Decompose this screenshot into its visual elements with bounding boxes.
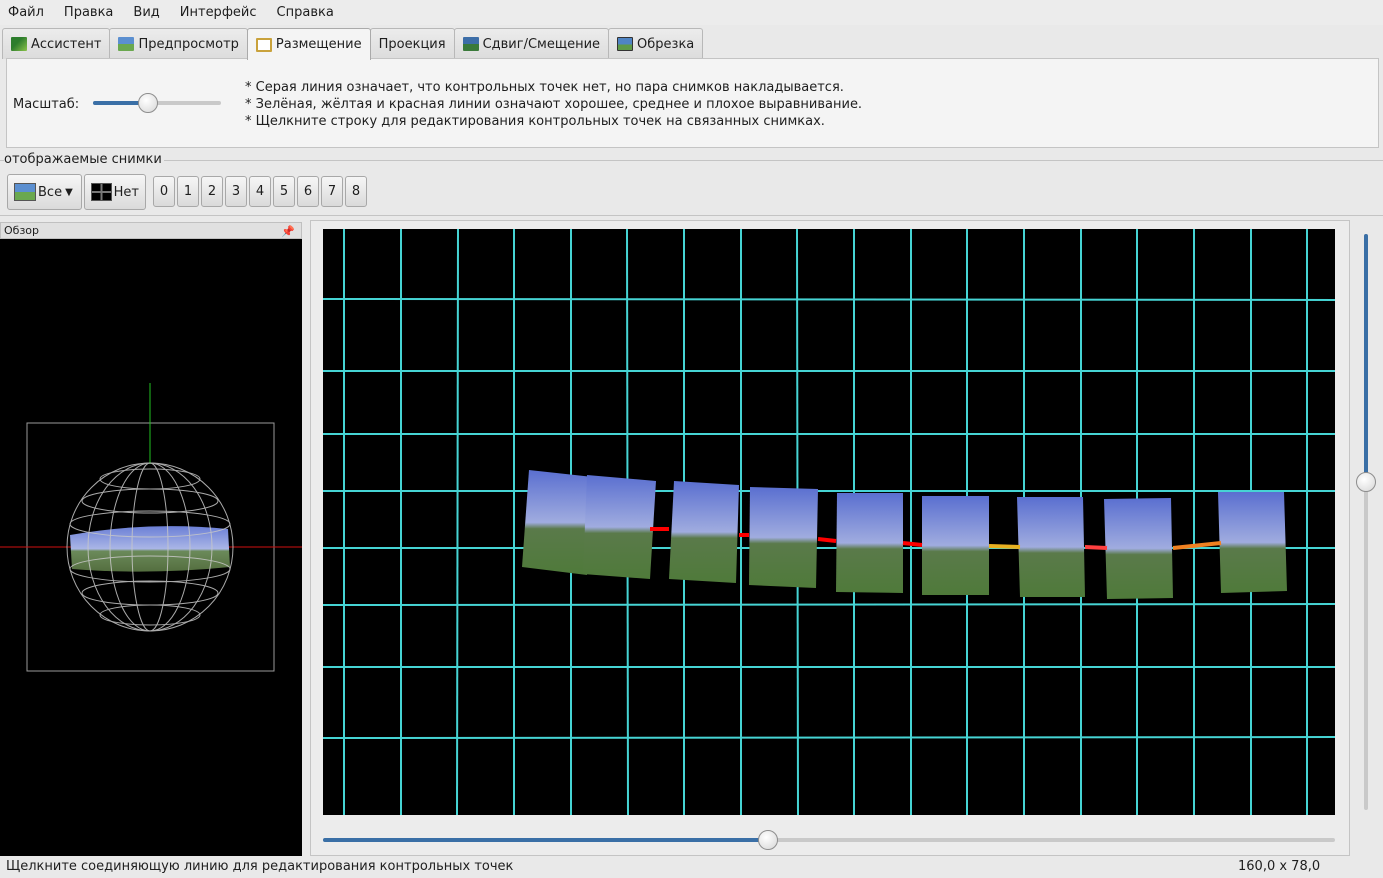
vertical-slider-fill	[1364, 234, 1368, 482]
menu-edit[interactable]: Правка	[64, 5, 113, 20]
horizontal-slider-fill	[323, 838, 769, 842]
link-line-5-6[interactable]	[988, 544, 1021, 549]
grid-lines	[323, 229, 1335, 815]
horizontal-slider[interactable]	[323, 830, 1335, 850]
scale-slider[interactable]	[93, 93, 223, 113]
image-toggle-7[interactable]: 7	[321, 176, 343, 207]
sphere-overview	[0, 383, 302, 672]
scale-label: Масштаб:	[13, 97, 80, 112]
coordinates-readout: 160,0 x 78,0	[1238, 859, 1321, 874]
image-tile-1	[583, 475, 656, 579]
layout-canvas[interactable]	[323, 229, 1335, 815]
image-tile-3	[749, 487, 818, 588]
hint-text: * Серая линия означает, что контрольных …	[245, 79, 862, 130]
image-toggle-0[interactable]: 0	[153, 176, 175, 207]
move-drag-icon	[462, 37, 479, 51]
image-toggle-2[interactable]: 2	[201, 176, 223, 207]
image-tile-2	[669, 481, 739, 583]
link-line-6-7[interactable]	[1084, 545, 1108, 550]
overview-header: Обзор 📌	[0, 222, 302, 239]
image-tile-8	[1218, 492, 1287, 593]
show-all-button[interactable]: Все ▼	[7, 174, 82, 210]
hint-line: * Щелкните строку для редактирования кон…	[245, 114, 825, 129]
tab-layout[interactable]: Размещение	[246, 28, 371, 60]
image-tile-0	[522, 470, 593, 575]
image-toggle-8[interactable]: 8	[345, 176, 367, 207]
tab-assistant[interactable]: Ассистент	[2, 28, 111, 59]
vertical-slider[interactable]	[1356, 234, 1376, 810]
tab-projection[interactable]: Проекция	[369, 28, 455, 59]
no-images-icon	[91, 183, 112, 201]
image-tile-5	[922, 496, 989, 595]
image-toggle-1[interactable]: 1	[177, 176, 199, 207]
layout-icon	[255, 37, 272, 52]
status-message: Щелкните соединяющую линию для редактиро…	[6, 859, 514, 874]
image-tile-6	[1017, 497, 1085, 597]
displayed-images-title: отображаемые снимки	[4, 152, 164, 167]
vertical-slider-handle[interactable]	[1356, 471, 1376, 492]
tab-crop[interactable]: Обрезка	[608, 28, 704, 59]
assistant-icon	[11, 37, 27, 51]
dropdown-arrow-icon: ▼	[65, 186, 73, 198]
tab-move-drag[interactable]: Сдвиг/Смещение	[453, 28, 610, 59]
menu-interface[interactable]: Интерфейс	[180, 5, 257, 20]
menu-view[interactable]: Вид	[133, 5, 159, 20]
hint-line: * Зелёная, жёлтая и красная линии означа…	[245, 97, 863, 112]
crop-icon	[617, 37, 634, 51]
horizontal-slider-handle[interactable]	[758, 830, 779, 850]
layout-options-panel: Масштаб: * Серая линия означает, что кон…	[6, 58, 1379, 148]
image-tile-7	[1104, 498, 1173, 599]
image-tile-4	[836, 493, 903, 593]
image-tiles	[522, 470, 1287, 599]
scale-slider-handle[interactable]	[138, 93, 159, 113]
image-toggle-5[interactable]: 5	[273, 176, 295, 207]
overview-panel[interactable]	[0, 239, 302, 856]
overview-title: Обзор	[4, 224, 40, 237]
pin-icon[interactable]: 📌	[281, 224, 295, 239]
preview-icon	[118, 37, 135, 51]
link-line-4-5[interactable]	[902, 541, 923, 547]
link-line-3-4[interactable]	[817, 537, 837, 543]
image-toggle-6[interactable]: 6	[297, 176, 319, 207]
layout-graphic	[323, 229, 1335, 815]
all-images-icon	[14, 183, 36, 201]
hint-line: * Серая линия означает, что контрольных …	[245, 80, 844, 95]
menu-file[interactable]: Файл	[8, 5, 44, 20]
tab-bar: Ассистент Предпросмотр Размещение Проекц…	[2, 28, 704, 60]
image-toggle-3[interactable]: 3	[225, 176, 247, 207]
menu-bar: Файл Правка Вид Интерфейс Справка	[0, 0, 1383, 25]
menu-help[interactable]: Справка	[277, 5, 334, 20]
show-none-button[interactable]: Нет	[84, 174, 146, 210]
image-toggle-4[interactable]: 4	[249, 176, 271, 207]
tab-preview[interactable]: Предпросмотр	[109, 28, 248, 59]
